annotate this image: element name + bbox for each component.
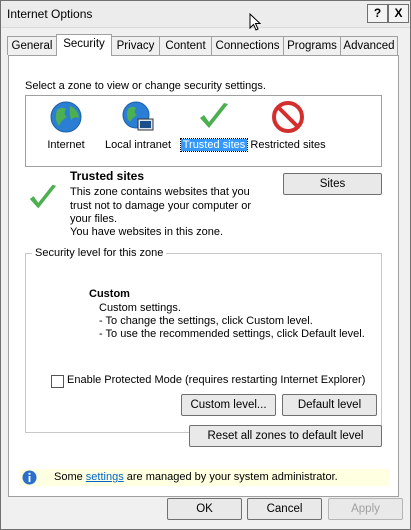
apply-button[interactable]: Apply	[328, 498, 403, 520]
info-suffix: are managed by your system administrator…	[123, 471, 338, 483]
zone-label-restricted-sites: Restricted sites	[250, 139, 326, 151]
zone-label-trusted-sites: Trusted sites	[174, 138, 254, 152]
zone-label-internet: Internet	[47, 139, 85, 151]
security-level-title: Security level for this zone	[32, 247, 167, 259]
zone-instruction: Select a zone to view or change security…	[25, 80, 266, 92]
zone-name: Trusted sites	[70, 169, 145, 183]
title-bar[interactable]: Internet Options ? X	[1, 1, 410, 28]
window-title: Internet Options	[7, 7, 93, 21]
settings-link[interactable]: settings	[86, 471, 124, 483]
zone-description: This zone contains websites that you tru…	[70, 186, 251, 225]
zone-trusted-sites[interactable]: Trusted sites	[174, 100, 254, 152]
close-button[interactable]: X	[388, 4, 409, 23]
zone-list: Internet Local intranet Trusted sites Re…	[25, 95, 382, 167]
sites-button[interactable]: Sites	[283, 173, 382, 195]
security-level-line-3: - To use the recommended settings, click…	[99, 328, 365, 340]
reset-all-zones-button[interactable]: Reset all zones to default level	[189, 425, 382, 447]
custom-level-button[interactable]: Custom level...	[181, 394, 276, 416]
tab-security[interactable]: Security	[56, 34, 112, 56]
tab-general[interactable]: General	[7, 36, 57, 55]
ok-button[interactable]: OK	[167, 498, 242, 520]
tab-connections[interactable]: Connections	[211, 36, 284, 55]
security-level-line-2: - To change the settings, click Custom l…	[99, 315, 313, 327]
zone-restricted-sites[interactable]: Restricted sites	[248, 100, 328, 151]
info-prefix: Some	[54, 471, 86, 483]
zone-checkmark-icon	[29, 184, 57, 209]
zone-label-trusted-sites-text: Trusted sites	[179, 138, 249, 152]
admin-info-text: Some settings are managed by your system…	[54, 471, 338, 483]
security-panel: Select a zone to view or change security…	[8, 55, 399, 497]
tab-programs[interactable]: Programs	[283, 36, 341, 55]
protected-mode-label: Enable Protected Mode (requires restarti…	[67, 374, 366, 386]
zone-local-intranet[interactable]: Local intranet	[98, 100, 178, 151]
zone-internet[interactable]: Internet	[26, 100, 106, 151]
no-entry-icon	[272, 101, 304, 133]
internet-options-dialog: Internet Options ? X General Security Pr…	[0, 0, 411, 530]
intranet-globe-icon	[122, 101, 154, 131]
security-level-name: Custom	[89, 288, 130, 300]
zone-label-local-intranet: Local intranet	[104, 139, 172, 151]
zone-note: You have websites in this zone.	[70, 226, 224, 238]
admin-info-bar: Some settings are managed by your system…	[19, 469, 390, 486]
security-level-line-1: Custom settings.	[99, 302, 181, 314]
checkmark-icon	[200, 103, 228, 128]
cancel-button[interactable]: Cancel	[247, 498, 322, 520]
tab-privacy[interactable]: Privacy	[111, 36, 160, 55]
help-button[interactable]: ?	[367, 4, 388, 23]
security-level-group: Security level for this zone Custom Cust…	[25, 247, 382, 433]
tab-advanced[interactable]: Advanced	[340, 36, 398, 55]
mouse-cursor-icon	[249, 13, 261, 31]
tab-content[interactable]: Content	[159, 36, 212, 55]
default-level-button[interactable]: Default level	[282, 394, 377, 416]
protected-mode-checkbox[interactable]	[51, 375, 64, 388]
globe-icon	[50, 101, 82, 133]
info-icon	[22, 470, 37, 485]
